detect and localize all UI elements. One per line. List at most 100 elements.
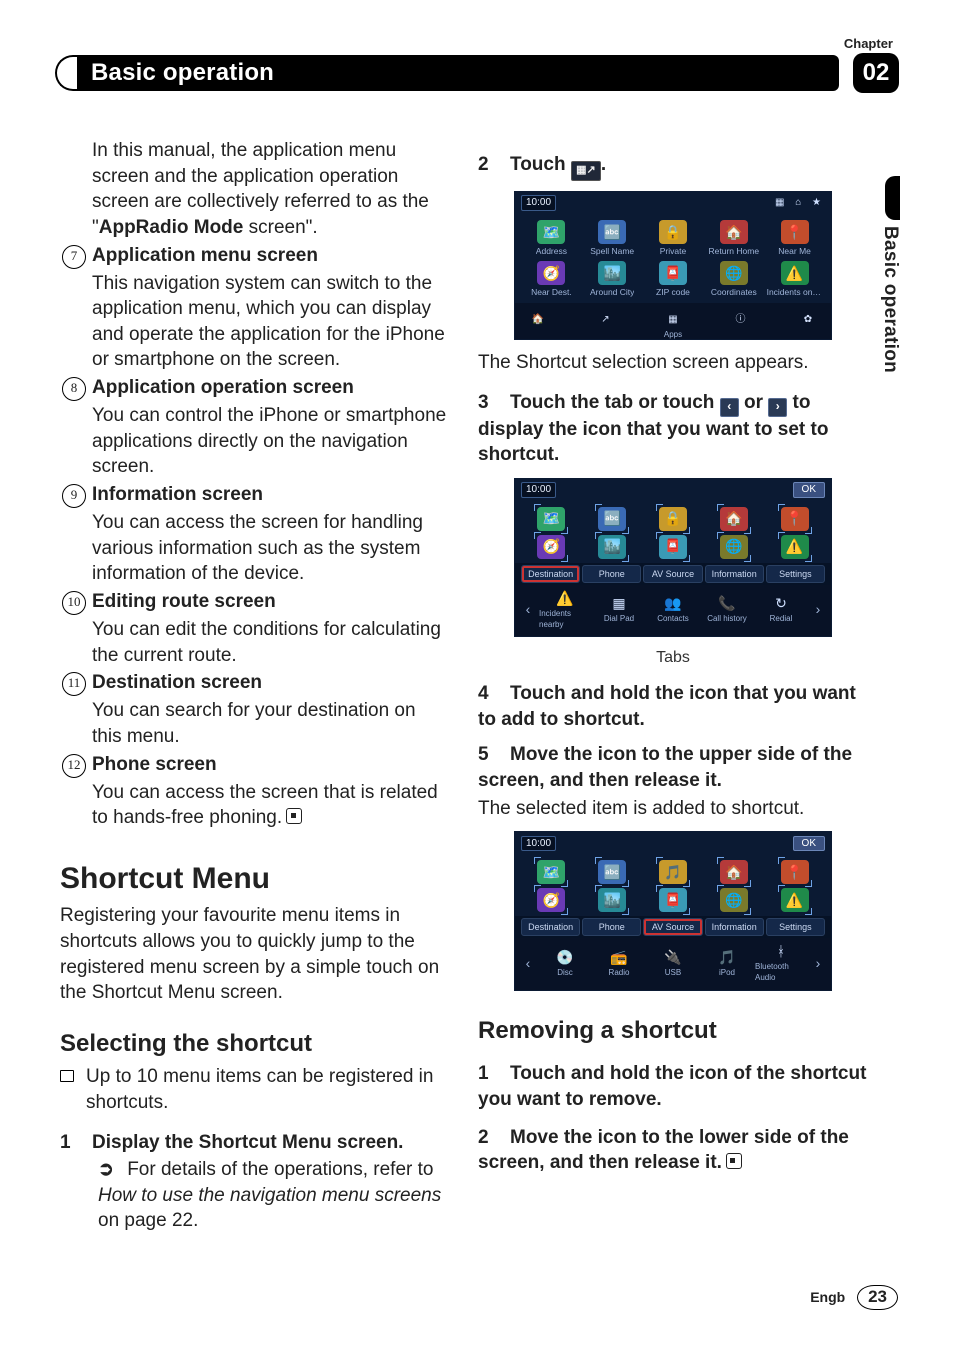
shortcut-menu-heading: Shortcut Menu	[60, 859, 450, 900]
app-icon[interactable]: 🔤	[584, 507, 641, 531]
app-icon[interactable]: 🌐	[705, 535, 762, 559]
app-icon[interactable]: 🔒	[645, 507, 702, 531]
tab-phone[interactable]: Phone	[582, 918, 641, 936]
app-icon[interactable]: 🏙️	[584, 888, 641, 912]
ok-button[interactable]: OK	[793, 482, 825, 498]
screenshot-destination-menu: 10:00 ▦ ⌂ ★ 🗺️Address🔤Spell Name🔒Private…	[514, 191, 832, 340]
carousel-item[interactable]: 📻Radio	[593, 948, 645, 979]
chapter-number-badge: 02	[853, 53, 899, 93]
dock-icon[interactable]: ✿	[795, 309, 821, 331]
step-4: 4Touch and hold the icon that you want t…	[478, 681, 868, 732]
removing-heading: Removing a shortcut	[478, 1015, 868, 1047]
tab-destination[interactable]: Destination	[521, 565, 580, 583]
carousel-item[interactable]: 👥Contacts	[647, 594, 699, 625]
app-icon[interactable]: 🔒Private	[645, 220, 702, 257]
screenshot-tabs: 10:00 OK 🗺️🔤🔒🏠📍🧭🏙️📮🌐⚠️ DestinationPhoneA…	[514, 478, 832, 638]
carousel-item[interactable]: 🔌USB	[647, 948, 699, 979]
av-carousel: ‹💿Disc📻Radio🔌USB🎵iPodᚼBluetooth Audio›	[515, 938, 831, 989]
item-7: 7Application menu screen This navigation…	[60, 243, 450, 374]
next-arrow-icon: ›	[768, 398, 787, 417]
app-icon[interactable]: 📮	[645, 888, 702, 912]
carousel-prev-icon[interactable]: ‹	[519, 954, 537, 973]
tab-information[interactable]: Information	[705, 565, 764, 583]
selecting-heading: Selecting the shortcut	[60, 1028, 450, 1060]
app-icon[interactable]: 🗺️	[523, 507, 580, 531]
app-icon[interactable]: 🔤Spell Name	[584, 220, 641, 257]
app-icon[interactable]: 🧭	[523, 888, 580, 912]
remove-step-2: 2Move the icon to the lower side of the …	[478, 1125, 868, 1176]
step-1: 1Display the Shortcut Menu screen.	[60, 1130, 450, 1156]
app-icon[interactable]: 🧭Near Dest.	[523, 261, 580, 298]
circled-8-icon: 8	[62, 377, 86, 401]
carousel-item[interactable]: ▦Dial Pad	[593, 594, 645, 625]
tab-information[interactable]: Information	[705, 918, 764, 936]
prev-arrow-icon: ‹	[720, 398, 739, 417]
carousel-item[interactable]: ᚼBluetooth Audio	[755, 942, 807, 983]
tab-av-source[interactable]: AV Source	[643, 565, 702, 583]
app-icon[interactable]: ⚠️	[766, 535, 823, 559]
app-icon[interactable]: 🏠Return Home	[705, 220, 762, 257]
dock-icon[interactable]: ⓘ	[728, 309, 754, 331]
carousel-item[interactable]: 💿Disc	[539, 948, 591, 979]
circled-11-icon: 11	[62, 672, 86, 696]
box-bullet-icon	[60, 1070, 74, 1082]
shortcut-grid-icon: ▦↗	[571, 161, 601, 181]
right-column: 2Touch ▦↗. 10:00 ▦ ⌂ ★ 🗺️Address🔤Spell N…	[478, 138, 868, 1178]
app-icon[interactable]: 🌐	[705, 888, 762, 912]
app-icon[interactable]: 📍	[766, 860, 823, 884]
app-icon[interactable]: 📍	[766, 507, 823, 531]
tab-av-source[interactable]: AV Source	[643, 918, 702, 936]
item-8: 8Application operation screen You can co…	[60, 375, 450, 480]
app-icon[interactable]: 🔤	[584, 860, 641, 884]
phone-carousel: ‹⚠️Incidents nearby▦Dial Pad👥Contacts📞Ca…	[515, 585, 831, 636]
side-label: Basic operation	[877, 226, 903, 373]
app-icon[interactable]: 🏙️	[584, 535, 641, 559]
page-number: 23	[857, 1285, 898, 1310]
app-icon[interactable]: ⚠️Incidents on ro...	[766, 261, 823, 298]
carousel-item[interactable]: 📞Call history	[701, 594, 753, 625]
app-icon[interactable]: 🎵	[645, 860, 702, 884]
app-icon[interactable]: 📍Near Me	[766, 220, 823, 257]
clock: 10:00	[521, 195, 556, 211]
app-icon[interactable]: ⚠️	[766, 888, 823, 912]
app-icon[interactable]: 🗺️Address	[523, 220, 580, 257]
dock-icon[interactable]: 🏠	[525, 309, 551, 331]
dock-icon[interactable]: ▦Apps	[660, 309, 686, 331]
app-icon[interactable]: 🧭	[523, 535, 580, 559]
app-icon[interactable]: 🌐Coordinates	[705, 261, 762, 298]
app-icon[interactable]: 📮	[645, 535, 702, 559]
carousel-item[interactable]: ↻Redial	[755, 594, 807, 625]
tab-destination[interactable]: Destination	[521, 918, 580, 936]
app-icon[interactable]: 🏠	[705, 507, 762, 531]
app-icon[interactable]: 🏙️Around City	[584, 261, 641, 298]
tab-settings[interactable]: Settings	[766, 565, 825, 583]
stop-icon	[286, 808, 302, 824]
carousel-prev-icon[interactable]: ‹	[519, 600, 537, 619]
appradio-term: AppRadio Mode	[99, 217, 244, 238]
app-icon[interactable]: 🗺️	[523, 860, 580, 884]
circled-7-icon: 7	[62, 245, 86, 269]
carousel-next-icon[interactable]: ›	[809, 954, 827, 973]
carousel-item[interactable]: ⚠️Incidents nearby	[539, 589, 591, 630]
screenshot-av-source: 10:00 OK 🗺️🔤🎵🏠📍🧭🏙️📮🌐⚠️ DestinationPhoneA…	[514, 831, 832, 991]
ok-button[interactable]: OK	[793, 836, 825, 852]
app-icon[interactable]: 📮ZIP code	[645, 261, 702, 298]
carousel-next-icon[interactable]: ›	[809, 600, 827, 619]
chapter-label: Chapter	[844, 35, 893, 53]
item-9: 9Information screen You can access the s…	[60, 482, 450, 587]
circled-9-icon: 9	[62, 484, 86, 508]
note-bullet: Up to 10 menu items can be registered in…	[60, 1064, 450, 1115]
tab-settings[interactable]: Settings	[766, 918, 825, 936]
tabs-caption: Tabs	[478, 647, 868, 669]
remove-step-1: 1Touch and hold the icon of the shortcut…	[478, 1061, 868, 1112]
app-icon[interactable]: 🏠	[705, 860, 762, 884]
left-column: In this manual, the application menu scr…	[60, 138, 450, 1236]
dock-icon[interactable]: ↗	[593, 309, 619, 331]
carousel-item[interactable]: 🎵iPod	[701, 948, 753, 979]
circled-12-icon: 12	[62, 754, 86, 778]
item-12: 12Phone screen You can access the screen…	[60, 752, 450, 831]
step-2: 2Touch ▦↗.	[478, 152, 868, 181]
step-1-note: For details of the operations, refer to …	[60, 1157, 450, 1234]
page-header: Chapter Basic operation 02	[55, 55, 899, 91]
tab-phone[interactable]: Phone	[582, 565, 641, 583]
